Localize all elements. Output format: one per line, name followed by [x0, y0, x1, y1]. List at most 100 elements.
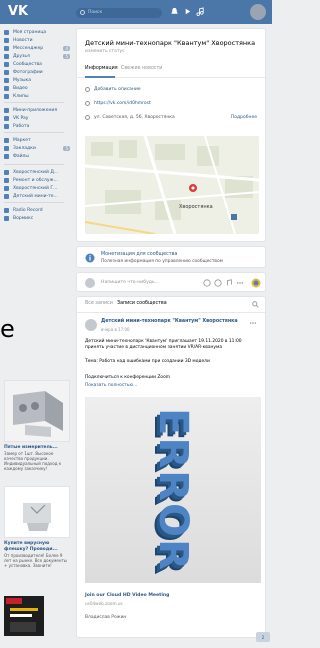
sidebar-item-label: Сообщества: [13, 61, 42, 67]
sidebar-item-label: Музыка: [13, 77, 31, 83]
overlay-letter: е: [0, 315, 15, 343]
location-icon: [85, 115, 90, 120]
sidebar-item[interactable]: Друзья 5: [4, 52, 70, 60]
show-more-link[interactable]: Показать полностью...: [85, 383, 137, 388]
bookmarks-icon: [4, 145, 9, 151]
group-status[interactable]: изменить статус: [85, 49, 125, 54]
promo-banner-image[interactable]: [4, 596, 44, 636]
tab-all-posts[interactable]: Все записи: [85, 301, 113, 306]
work-icon: [4, 123, 9, 129]
website-link[interactable]: https://vk.com/id0hmrost: [94, 101, 151, 106]
sidebar-item[interactable]: Ремонт и обслуж...: [4, 176, 70, 184]
tab-information[interactable]: Информация: [85, 66, 118, 71]
sidebar-item-label: Работа: [13, 123, 30, 129]
music-note-icon[interactable]: [196, 7, 205, 16]
sidebar-item[interactable]: Закладки 5: [4, 144, 70, 152]
sidebar-item-label: Видео: [13, 85, 28, 91]
sidebar-item[interactable]: Хворостянский Д...: [4, 168, 70, 176]
ad-block-1[interactable]: Пятые измеритель... Замер от 1шт. Высоко…: [4, 380, 70, 471]
group-link-icon: [4, 169, 9, 175]
vk-logo[interactable]: VK: [8, 4, 28, 19]
search-input[interactable]: Поиск: [76, 8, 162, 18]
sidebar-item-label: Клипы: [13, 93, 29, 99]
messenger-icon: [4, 45, 9, 51]
news-icon: [4, 37, 9, 43]
sidebar-item[interactable]: Новости: [4, 36, 70, 44]
sidebar-item[interactable]: Детский мини-те...: [4, 192, 70, 200]
compose-card[interactable]: Напишите что-нибудь...: [76, 272, 266, 292]
sidebar-item-label: Мини-приложения: [13, 107, 58, 113]
play-icon[interactable]: [183, 7, 192, 16]
search-icon[interactable]: [252, 301, 259, 308]
ad-block-2[interactable]: Купите вирусную флешку? Проводи... От пр…: [4, 486, 70, 568]
photo-icon: [4, 69, 9, 75]
sidebar-item[interactable]: Моя страница: [4, 28, 70, 36]
color-circle-icon[interactable]: [251, 278, 261, 288]
post-image[interactable]: ERROR: [85, 397, 261, 583]
sidebar-item[interactable]: Фотографии: [4, 68, 70, 76]
sidebar-item[interactable]: Мессенджер 4: [4, 44, 70, 52]
active-tab-underline: [85, 76, 115, 78]
sidebar-item[interactable]: Маркет: [4, 136, 70, 144]
sidebar-item-label: Закладки: [13, 145, 36, 151]
sidebar-item[interactable]: Radio Record: [4, 206, 70, 214]
bell-icon[interactable]: [170, 7, 179, 16]
add-description-row[interactable]: Добавить описание: [85, 87, 141, 92]
sidebar-item-label: Фотографии: [13, 69, 43, 75]
group-title: Детский мини-технопарк "Квантум" Хворост…: [85, 39, 256, 47]
sidebar-item[interactable]: Клипы: [4, 92, 70, 100]
sidebar-divider: [4, 164, 64, 165]
sidebar-item[interactable]: Музыка: [4, 76, 70, 84]
more-info-link[interactable]: Подробнее: [231, 115, 257, 120]
sidebar-badge: 5: [63, 145, 70, 151]
music-icon[interactable]: [225, 279, 233, 287]
video-icon: [4, 85, 9, 91]
post-text-intro: Детский мини-технопарк 'Квантум' приглаш…: [85, 339, 242, 350]
group-link-icon: [4, 177, 9, 183]
sidebar-item[interactable]: Файлы: [4, 152, 70, 160]
post-link-domain[interactable]: us04web.zoom.us: [85, 601, 123, 606]
monetization-title[interactable]: Монетизация для сообщества: [101, 252, 177, 257]
sidebar-item[interactable]: Сообщества: [4, 60, 70, 68]
clips-icon: [4, 93, 9, 99]
user-avatar[interactable]: [250, 4, 266, 20]
ad-title[interactable]: Купите вирусную флешку? Проводи...: [4, 541, 70, 553]
ad-text: От производителя! Более 9 лет на рынке. …: [4, 553, 67, 568]
camera-icon[interactable]: [203, 279, 211, 287]
location-map[interactable]: Хворостянка: [85, 136, 259, 234]
sidebar-divider: [4, 102, 64, 103]
sidebar-item[interactable]: Хворостянский Г...: [4, 184, 70, 192]
video-icon[interactable]: [214, 279, 222, 287]
post-link-title[interactable]: Join our Cloud HD Video Meeting: [85, 593, 169, 598]
sidebar-item-label: Маркет: [13, 137, 31, 143]
sidebar-item-label: VK Pay: [13, 115, 29, 121]
website-row[interactable]: https://vk.com/id0hmrost: [85, 101, 151, 106]
tab-community-posts[interactable]: Записи сообщества: [117, 301, 167, 306]
ad-banner[interactable]: [4, 596, 70, 636]
post-author-name[interactable]: Детский мини-технопарк "Квантум" Хворост…: [101, 319, 238, 324]
ad-image[interactable]: [4, 486, 70, 538]
top-bar: VK Поиск: [0, 0, 272, 24]
sidebar-item[interactable]: VK Pay: [4, 114, 70, 122]
sidebar-item[interactable]: Мини-приложения: [4, 106, 70, 114]
post-signature[interactable]: Владислав Рожин: [85, 615, 126, 620]
compose-placeholder[interactable]: Напишите что-нибудь...: [101, 280, 159, 285]
monetization-card[interactable]: Монетизация для сообщества Полезная инфо…: [76, 246, 266, 268]
sidebar-item[interactable]: Видео: [4, 84, 70, 92]
files-icon: [4, 153, 9, 159]
friends-icon: [4, 53, 9, 59]
post-menu-icon[interactable]: [249, 321, 257, 325]
post-author-avatar[interactable]: [85, 319, 97, 331]
sidebar-divider: [4, 132, 64, 133]
ad-image[interactable]: [4, 380, 70, 442]
search-placeholder: Поиск: [88, 10, 103, 15]
more-icon[interactable]: [236, 279, 244, 287]
add-description-link[interactable]: Добавить описание: [94, 87, 141, 92]
scroll-button[interactable]: 2: [256, 632, 270, 642]
monetization-subtitle: Полезная информация по управлению сообще…: [101, 259, 223, 264]
sidebar-item[interactable]: Работа: [4, 122, 70, 130]
sidebar-item[interactable]: Вормикс: [4, 214, 70, 222]
apps-icon: [4, 107, 9, 113]
tab-fresh-news[interactable]: Свежие новости: [121, 66, 162, 71]
post-time[interactable]: вчера в 17:00: [101, 327, 130, 332]
